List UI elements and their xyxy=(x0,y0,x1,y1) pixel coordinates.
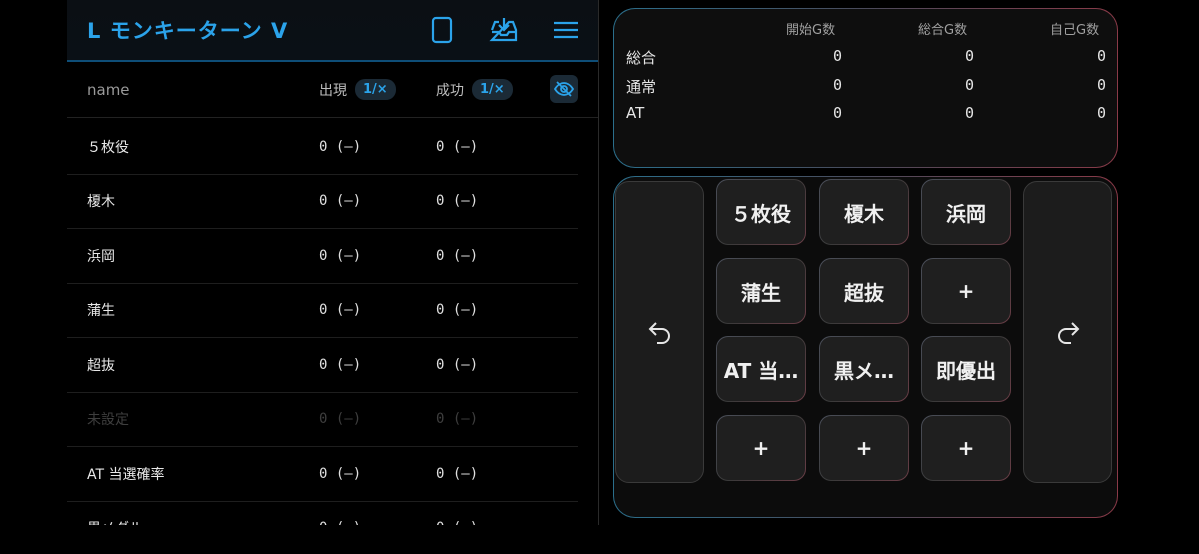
counter-button[interactable]: 榎木 xyxy=(819,179,909,245)
row-name: 榎木 xyxy=(87,194,115,211)
add-counter-button[interactable]: + xyxy=(819,415,909,481)
eye-off-icon[interactable] xyxy=(550,75,578,103)
stats-row-label: AT xyxy=(626,104,645,122)
add-counter-button[interactable]: + xyxy=(716,415,806,481)
column-appear: 出現 1/× xyxy=(319,79,396,100)
table-row[interactable]: 榎木 0 (—) 0 (—) xyxy=(67,175,578,229)
counter-button[interactable]: AT 当… xyxy=(716,336,806,402)
row-name: ５枚役 xyxy=(87,139,129,156)
redo-button[interactable] xyxy=(1023,181,1112,483)
row-success-count: 0 (—) xyxy=(436,302,479,319)
row-success-count: 0 (—) xyxy=(436,356,479,373)
row-name: 蒲生 xyxy=(87,303,115,320)
row-appear-count: 0 (—) xyxy=(319,411,362,428)
counter-button-pad: ５枚役 榎木 浜岡 蒲生 超抜 + AT 当… 黒メ… 即優出 + + + xyxy=(613,176,1118,518)
stats-column-header: 総合G数 xyxy=(918,23,968,38)
row-name: 黒メダル xyxy=(87,518,143,525)
stats-column-header: 自己G数 xyxy=(1050,23,1100,38)
stats-value: 0 xyxy=(964,104,974,122)
game-count-card: 開始G数 総合G数 自己G数総合 0 0 0 通常 0 0 0 AT 0 0 0 xyxy=(613,8,1118,168)
stats-value: 0 xyxy=(832,76,842,94)
stats-value: 0 xyxy=(1096,104,1106,122)
success-ratio-toggle[interactable]: 1/× xyxy=(472,79,513,100)
counter-button[interactable]: 即優出 xyxy=(921,336,1011,402)
row-name: 浜岡 xyxy=(87,248,115,265)
column-success: 成功 1/× xyxy=(436,79,513,100)
counter-button[interactable]: 黒メ… xyxy=(819,336,909,402)
row-appear-count: 0 (—) xyxy=(319,193,362,210)
appear-ratio-toggle[interactable]: 1/× xyxy=(355,79,396,100)
undo-button[interactable] xyxy=(615,181,704,483)
add-counter-button[interactable]: + xyxy=(921,258,1011,324)
app-header: L モンキーターン V xyxy=(67,0,598,62)
row-name: 未設定 xyxy=(87,412,129,429)
table-row[interactable]: AT 当選確率 0 (—) 0 (—) xyxy=(67,447,578,502)
row-appear-count: 0 (—) xyxy=(319,247,362,264)
table-row[interactable]: 蒲生 0 (—) 0 (—) xyxy=(67,284,578,338)
stats-value: 0 xyxy=(832,104,842,122)
counter-button[interactable]: 浜岡 xyxy=(921,179,1011,245)
row-success-count: 0 (—) xyxy=(436,138,479,155)
row-appear-count: 0 (—) xyxy=(319,138,362,155)
page-title: L モンキーターン V xyxy=(87,19,289,43)
undo-icon xyxy=(648,322,670,344)
table-row[interactable]: 浜岡 0 (—) 0 (—) xyxy=(67,229,578,284)
row-success-count: 0 (—) xyxy=(436,411,479,428)
column-success-label: 成功 xyxy=(436,82,464,99)
stats-value: 0 xyxy=(964,47,974,65)
stats-row-label: 総合 xyxy=(626,49,657,67)
row-appear-count: 0 (—) xyxy=(319,520,361,525)
counter-button[interactable]: 蒲生 xyxy=(716,258,806,324)
table-row[interactable]: 黒メダル 0 (—) 0 (—) xyxy=(67,502,578,525)
row-appear-count: 0 (—) xyxy=(319,302,362,319)
menu-icon[interactable] xyxy=(536,10,596,50)
stats-value: 0 xyxy=(1096,47,1106,65)
row-name: 超抜 xyxy=(87,357,115,374)
counter-rows: ５枚役 0 (—) 0 (—) 榎木 0 (—) 0 (—) 浜岡 0 (—) 0 (—) 蒲生 0… xyxy=(67,120,578,525)
stats-column-header: 開始G数 xyxy=(786,23,836,38)
phone-icon[interactable] xyxy=(412,10,472,50)
counter-list-panel: L モンキーターン V name 出現 1/× 成功 1/× ５枚役 0 (—)… xyxy=(67,0,598,525)
stats-value: 0 xyxy=(964,76,974,94)
inbox-download-icon[interactable] xyxy=(474,10,534,50)
row-success-count: 0 (—) xyxy=(436,247,479,264)
row-success-count: 0 (—) xyxy=(436,465,479,482)
column-name: name xyxy=(87,80,130,99)
panel-divider xyxy=(598,0,599,525)
table-row[interactable]: 未設定 0 (—) 0 (—) xyxy=(67,393,578,447)
counter-button[interactable]: 超抜 xyxy=(819,258,909,324)
row-appear-count: 0 (—) xyxy=(319,356,362,373)
row-success-count: 0 (—) xyxy=(436,520,478,525)
table-row[interactable]: ５枚役 0 (—) 0 (—) xyxy=(67,120,578,175)
stats-row-label: 通常 xyxy=(626,78,657,96)
row-name: AT 当選確率 xyxy=(87,466,165,483)
add-counter-button[interactable]: + xyxy=(921,415,1011,481)
row-success-count: 0 (—) xyxy=(436,193,479,210)
redo-icon xyxy=(1057,322,1079,344)
column-appear-label: 出現 xyxy=(319,82,347,99)
table-row[interactable]: 超抜 0 (—) 0 (—) xyxy=(67,338,578,393)
stats-value: 0 xyxy=(832,47,842,65)
column-header-row: name 出現 1/× 成功 1/× xyxy=(67,62,598,118)
stats-value: 0 xyxy=(1096,76,1106,94)
counter-button[interactable]: ５枚役 xyxy=(716,179,806,245)
row-appear-count: 0 (—) xyxy=(319,465,362,482)
